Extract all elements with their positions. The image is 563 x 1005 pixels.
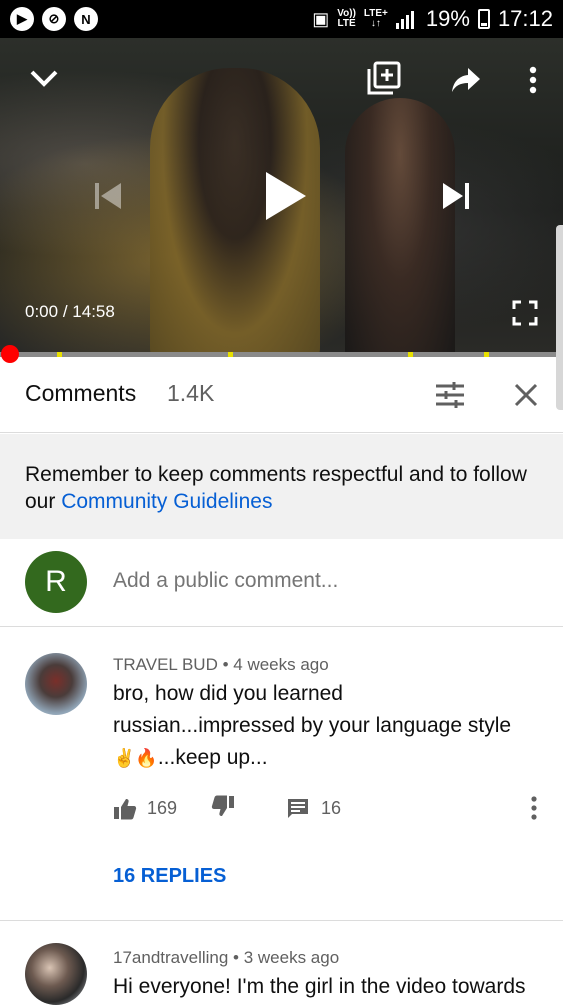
comments-header: Comments 1.4K [0, 357, 563, 433]
user-avatar: R [25, 551, 87, 613]
add-comment-row[interactable]: R [0, 539, 563, 627]
video-player[interactable]: 0:00 / 14:58 [0, 38, 563, 352]
comment-item: 17andtravelling • 3 weeks ago Hi everyon… [0, 921, 563, 1005]
dislike-button[interactable] [211, 795, 235, 822]
volte-indicator: Vo)) LTE [337, 8, 356, 29]
comment-author[interactable]: 17andtravelling [113, 948, 228, 967]
youtube-notification-icon: ▶ [10, 7, 34, 31]
comment-time: 3 weeks ago [243, 948, 340, 967]
comments-title: Comments [25, 380, 137, 406]
status-bar: ▶ ⊘ N ▣ Vo)) LTE LTE+ ↓↑ 19% 17:12 [0, 0, 563, 38]
commenter-avatar[interactable] [25, 943, 87, 1005]
comment-meta: TRAVEL BUD • 4 weeks ago [113, 655, 329, 674]
more-options-icon[interactable] [520, 62, 546, 98]
fullscreen-icon[interactable] [510, 298, 540, 328]
share-icon[interactable] [448, 62, 484, 98]
sim-icon: ▣ [312, 8, 330, 29]
battery-icon [477, 9, 490, 29]
reply-button[interactable]: 16 [287, 798, 341, 820]
comment-bubble-icon [288, 798, 309, 818]
close-icon[interactable] [506, 375, 546, 415]
n-notification-icon: N [74, 7, 98, 31]
comment-text: Hi everyone! I'm the girl in the video t… [113, 975, 526, 998]
battery-percent: 19% [425, 6, 470, 31]
like-button[interactable]: 169 [113, 798, 177, 820]
signal-icon [395, 11, 414, 29]
add-comment-input[interactable] [113, 569, 533, 593]
reply-count: 16 [321, 798, 342, 818]
next-icon[interactable] [436, 176, 476, 216]
comment-meta: 17andtravelling • 3 weeks ago [113, 948, 340, 967]
comments-count: 1.4K [167, 380, 215, 406]
thumbs-down-icon [211, 795, 235, 816]
clock: 17:12 [497, 6, 553, 31]
add-to-playlist-icon[interactable] [366, 60, 402, 96]
commenter-avatar[interactable] [25, 653, 87, 715]
playback-time: 0:00 / 14:58 [25, 302, 115, 321]
like-count: 169 [147, 798, 178, 818]
comment-more-icon[interactable] [530, 796, 538, 825]
comment-time: 4 weeks ago [233, 655, 329, 674]
previous-icon [88, 176, 128, 216]
status-left-icons: ▶ ⊘ N [10, 7, 98, 31]
comment-author[interactable]: TRAVEL BUD [113, 655, 218, 674]
emoji-icons: ✌️🔥 [113, 748, 158, 768]
minimize-chevron-icon[interactable] [26, 60, 62, 96]
sort-filter-icon[interactable] [430, 375, 470, 415]
comment-text: bro, how did you learned russian...impre… [113, 682, 512, 769]
comment-item: TRAVEL BUD • 4 weeks ago bro, how did yo… [0, 628, 563, 920]
community-guidelines-notice: Remember to keep comments respectful and… [0, 434, 563, 539]
comment-actions: 169 16 [113, 795, 341, 822]
video-frame-person [345, 98, 455, 352]
thumbs-up-icon [114, 798, 137, 819]
blocked-notification-icon: ⊘ [42, 7, 66, 31]
community-guidelines-link[interactable]: Community Guidelines [61, 490, 272, 513]
status-right: ▣ Vo)) LTE LTE+ ↓↑ 19% 17:12 [312, 6, 553, 32]
lte-indicator: LTE+ ↓↑ [363, 8, 388, 29]
play-icon[interactable] [258, 166, 314, 226]
view-replies-button[interactable]: 16 REPLIES [113, 865, 226, 888]
